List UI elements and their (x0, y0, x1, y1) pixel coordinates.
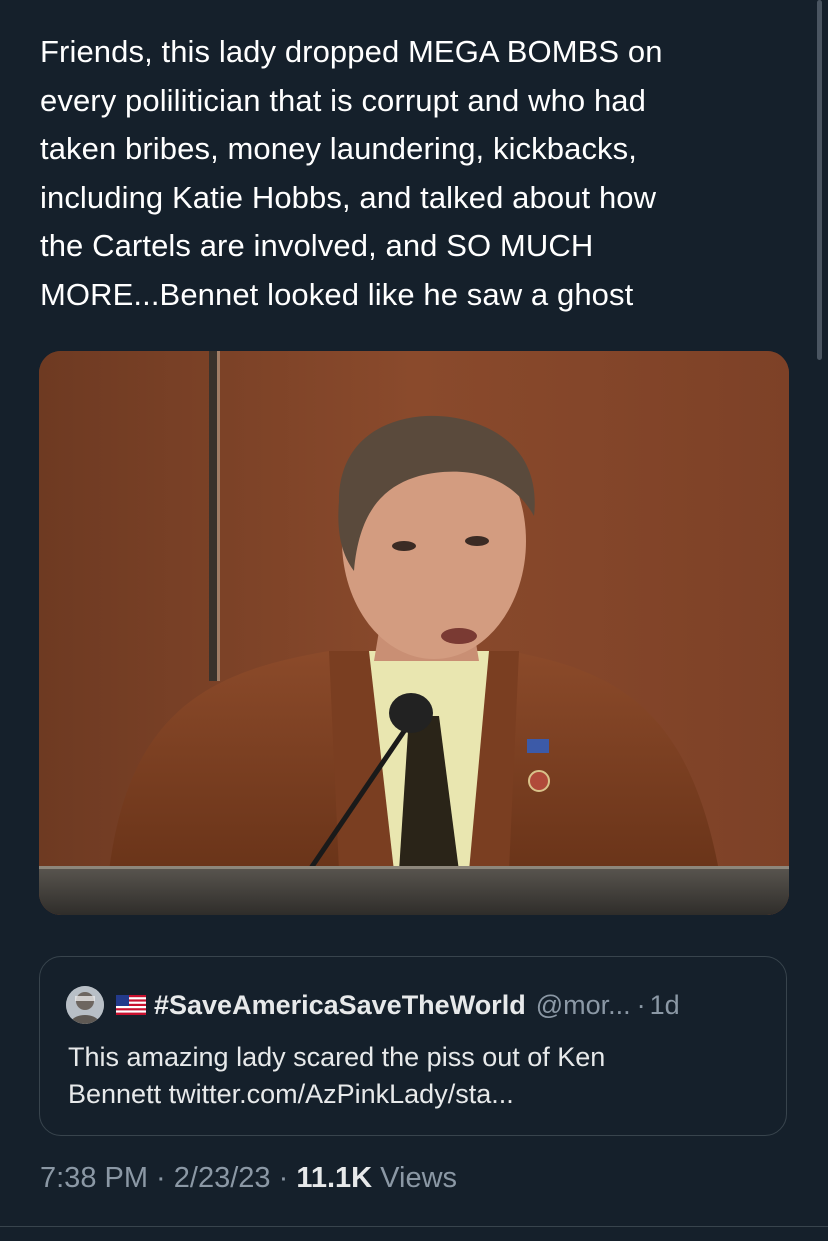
avatar-image (66, 986, 104, 1024)
tweet-text-line: the Cartels are involved, and SO MUCH (40, 228, 594, 264)
tweet-text: Friends, this lady dropped MEGA BOMBS on… (40, 28, 770, 320)
tweet-text-line: taken bribes, money laundering, kickback… (40, 131, 637, 167)
scrollbar[interactable] (817, 0, 822, 360)
quoted-display-name[interactable]: #SaveAmericaSaveTheWorld (154, 990, 526, 1021)
tweet-meta: 7:38 PM · 2/23/23 · 11.1K Views (40, 1162, 457, 1195)
quoted-handle[interactable]: @mor... (536, 990, 631, 1021)
quoted-text-line: Bennett twitter.com/AzPinkLady/sta... (68, 1079, 514, 1109)
avatar[interactable] (66, 986, 104, 1024)
separator-dot: · (148, 1162, 174, 1194)
quoted-text-line: This amazing lady scared the piss out of… (68, 1042, 606, 1072)
tweet-text-line: every polilitician that is corrupt and w… (40, 82, 646, 118)
tweet-text-line: MORE...Bennet looked like he saw a ghost (40, 276, 634, 312)
divider (0, 1226, 828, 1227)
separator-dot: · (270, 1162, 297, 1194)
quoted-tweet-text: This amazing lady scared the piss out of… (68, 1039, 758, 1113)
tweet-time[interactable]: 7:38 PM (40, 1162, 148, 1194)
views-label: Views (372, 1162, 458, 1194)
views-count[interactable]: 11.1K (296, 1162, 372, 1194)
tweet-media-image[interactable] (39, 351, 789, 915)
media-photo (39, 351, 789, 915)
tweet-text-line: including Katie Hobbs, and talked about … (40, 179, 657, 215)
tweet-text-line: Friends, this lady dropped MEGA BOMBS on (40, 34, 663, 69)
quoted-tweet-header: #SaveAmericaSaveTheWorld @mor... · 1d (66, 985, 680, 1025)
us-flag-icon (116, 995, 146, 1015)
quoted-time[interactable]: 1d (650, 990, 680, 1021)
separator-dot: · (636, 989, 646, 1020)
quoted-tweet[interactable]: #SaveAmericaSaveTheWorld @mor... · 1d Th… (39, 956, 787, 1136)
tweet-date[interactable]: 2/23/23 (174, 1162, 271, 1194)
